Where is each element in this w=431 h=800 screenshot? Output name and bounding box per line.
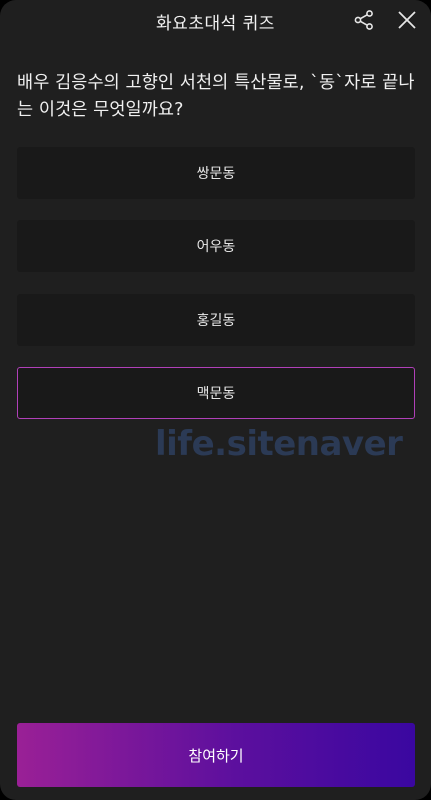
share-button[interactable] xyxy=(352,8,376,32)
option-1[interactable]: 쌍문동 xyxy=(17,147,415,199)
close-button[interactable] xyxy=(395,8,419,32)
option-label: 어우동 xyxy=(196,239,236,255)
option-2[interactable]: 어우동 xyxy=(17,220,415,272)
option-label: 홍길동 xyxy=(196,313,236,329)
question-text: 배우 김응수의 고향인 서천의 특산물로, `동`자로 끝나는 이것은 무엇일까… xyxy=(17,73,415,120)
option-3[interactable]: 홍길동 xyxy=(17,294,415,346)
header: 화요초대석 퀴즈 xyxy=(0,0,431,40)
close-icon xyxy=(398,11,416,29)
watermark: life.sitenaver xyxy=(155,424,403,464)
option-label: 쌍문동 xyxy=(196,166,236,182)
submit-button[interactable]: 참여하기 xyxy=(17,723,415,787)
option-label: 맥문동 xyxy=(196,386,236,402)
quiz-screen: 화요초대석 퀴즈 배우 김응수의 고향인 서천의 특산물로, `동`자로 끝나는… xyxy=(0,0,431,800)
share-icon xyxy=(354,10,373,30)
submit-label: 참여하기 xyxy=(188,746,244,765)
option-4-selected[interactable]: 맥문동 xyxy=(17,367,415,419)
